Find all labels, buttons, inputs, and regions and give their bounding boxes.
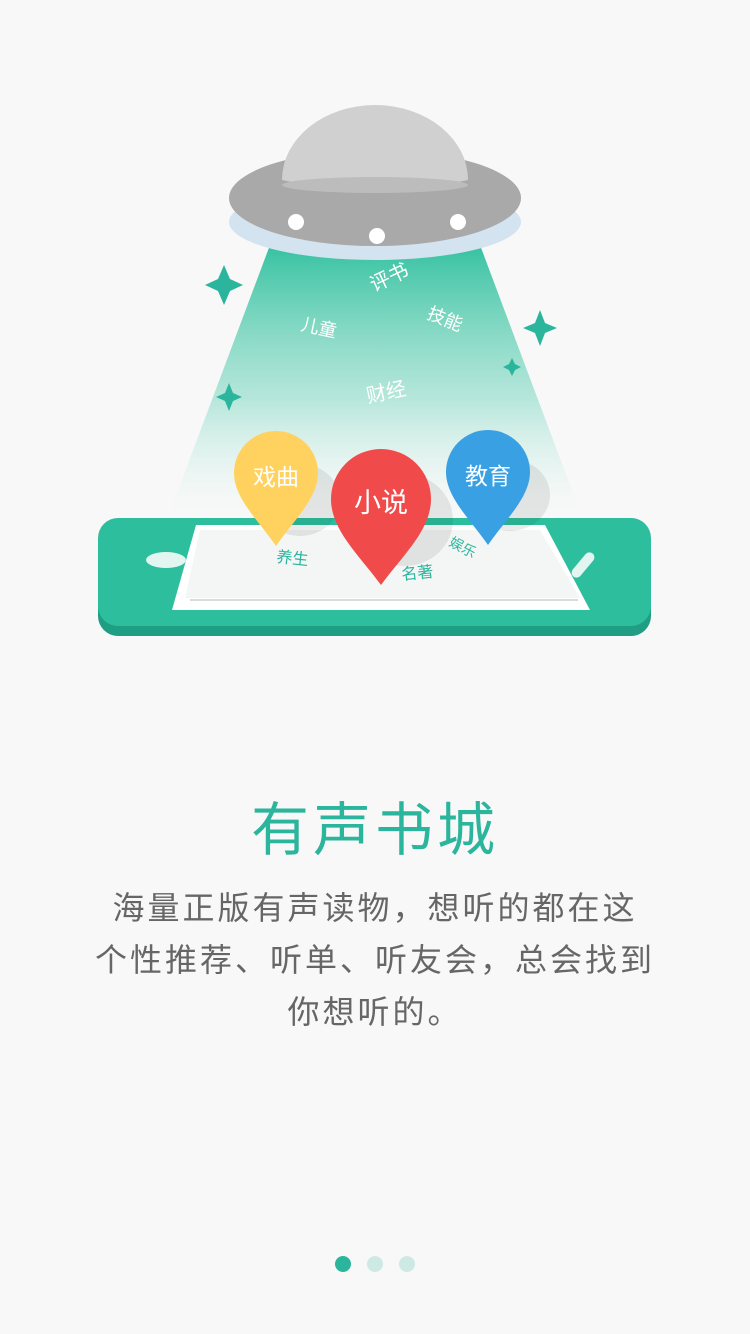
pin-label-xiqu: 戏曲 [253, 465, 299, 491]
pin-label-xiaoshuo: 小说 [354, 488, 408, 519]
page-indicator [0, 1256, 750, 1272]
description-line: 你想听的。 [287, 993, 463, 1031]
ufo-graphic [229, 105, 521, 260]
feature-title: 有声书城 [250, 796, 499, 864]
onboarding-illustration: 评书 儿童 技能 财经 养生 名著 娱乐 戏曲 小说 教育 [98, 105, 651, 636]
page-dot-2[interactable] [367, 1256, 383, 1272]
page-dot-1[interactable] [335, 1256, 351, 1272]
ufo-light [288, 214, 304, 230]
phone-label-yangsheng: 养生 [276, 547, 310, 569]
ufo-light [369, 228, 385, 244]
description-line: 个性推荐、听单、听友会，总会找到 [94, 941, 655, 979]
phone-home-button [146, 552, 186, 568]
page-dot-3[interactable] [399, 1256, 415, 1272]
description-line: 海量正版有声读物，想听的都在这 [112, 889, 638, 927]
pin-label-jiaoyu: 教育 [465, 464, 511, 490]
ufo-light [450, 214, 466, 230]
sparkle-icon [205, 265, 243, 305]
sparkle-icon [523, 310, 557, 346]
feature-description: 海量正版有声读物，想听的都在这 个性推荐、听单、听友会，总会找到 你想听的。 [60, 882, 690, 1038]
